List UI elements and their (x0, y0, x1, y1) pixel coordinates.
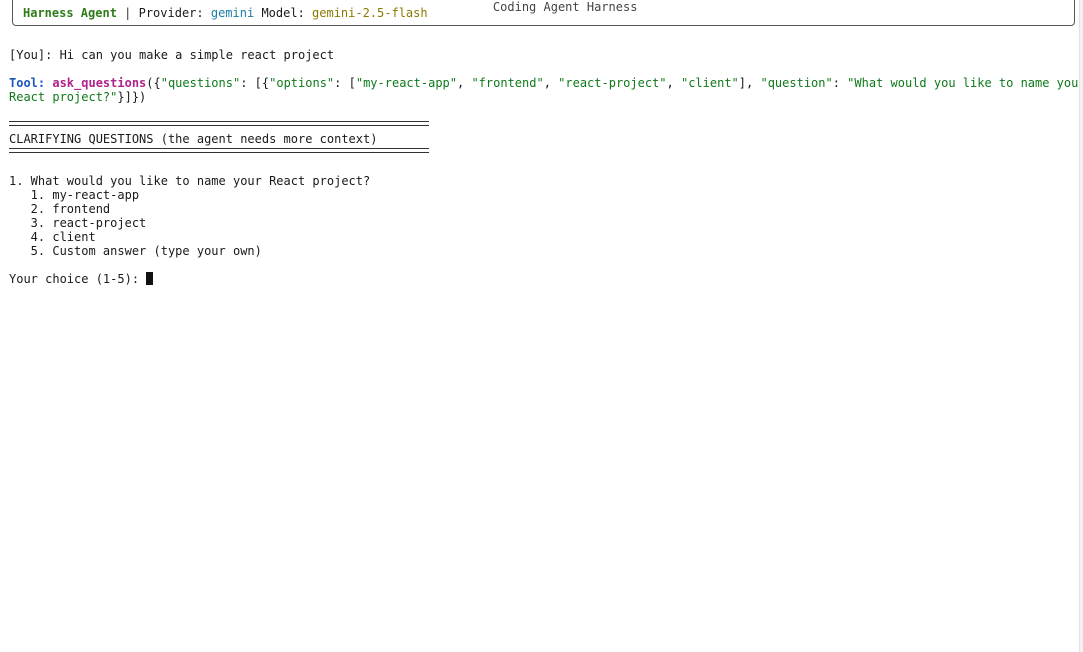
header-status-line: Harness Agent | Provider: gemini Model: … (23, 6, 428, 20)
tool-name: ask_questions (52, 76, 147, 90)
option-item: 3. react-project (9, 216, 147, 230)
tool-punc: , (543, 76, 559, 90)
option-item: 4. client (9, 230, 96, 244)
tool-punc: , (666, 76, 681, 90)
agent-name: Harness Agent (23, 6, 117, 20)
tool-punc: : [ (334, 76, 356, 90)
clarify-heading: CLARIFYING QUESTIONS (the agent needs mo… (9, 132, 378, 146)
divider-top (9, 121, 429, 126)
choice-prompt-label: Your choice (1-5): (9, 272, 147, 286)
tool-option: "my-react-app" (355, 76, 457, 90)
tool-punc: ({ (146, 76, 161, 90)
tool-option: "client" (680, 76, 739, 90)
window-edge (1079, 0, 1083, 652)
provider-value: gemini (210, 6, 255, 20)
option-item: 5. Custom answer (type your own) (9, 244, 262, 258)
tool-punc: : (832, 76, 848, 90)
tool-question-text: React project?" (9, 90, 118, 104)
user-message: [You]: Hi can you make a simple react pr… (9, 48, 335, 62)
window-title-text: Coding Agent Harness (490, 0, 640, 14)
tool-question-text: "What would you like to name your (847, 76, 1083, 90)
tool-label: Tool: (9, 76, 53, 90)
terminal-window[interactable]: Coding Agent Harness Harness Agent | Pro… (0, 0, 1083, 652)
tool-option: "frontend" (471, 76, 544, 90)
header-panel: Coding Agent Harness Harness Agent | Pro… (12, 0, 1075, 26)
model-value: gemini-2.5-flash (312, 6, 428, 20)
tool-punc: ], (738, 76, 761, 90)
divider-bottom (9, 148, 429, 153)
option-item: 2. frontend (9, 202, 111, 216)
question-text: 1. What would you like to name your Reac… (9, 174, 371, 188)
provider-label: Provider: (138, 6, 211, 20)
tool-key: "question" (760, 76, 833, 90)
tool-option: "react-project" (558, 76, 667, 90)
tool-key: "options" (269, 76, 335, 90)
text-cursor[interactable] (146, 272, 154, 285)
tool-punc: , (457, 76, 472, 90)
tool-call-line-1: Tool: ask_questions({"questions": [{"opt… (9, 76, 1083, 90)
option-item: 1. my-react-app (9, 188, 140, 202)
tool-punc: }]}) (117, 90, 147, 104)
tool-punc: : [{ (240, 76, 270, 90)
tool-key: "questions" (160, 76, 241, 90)
model-label: Model: (254, 6, 313, 20)
choice-prompt[interactable]: Your choice (1-5): (9, 272, 154, 286)
header-separator: | (116, 6, 139, 20)
tool-call-line-2: React project?"}]}) (9, 90, 146, 104)
